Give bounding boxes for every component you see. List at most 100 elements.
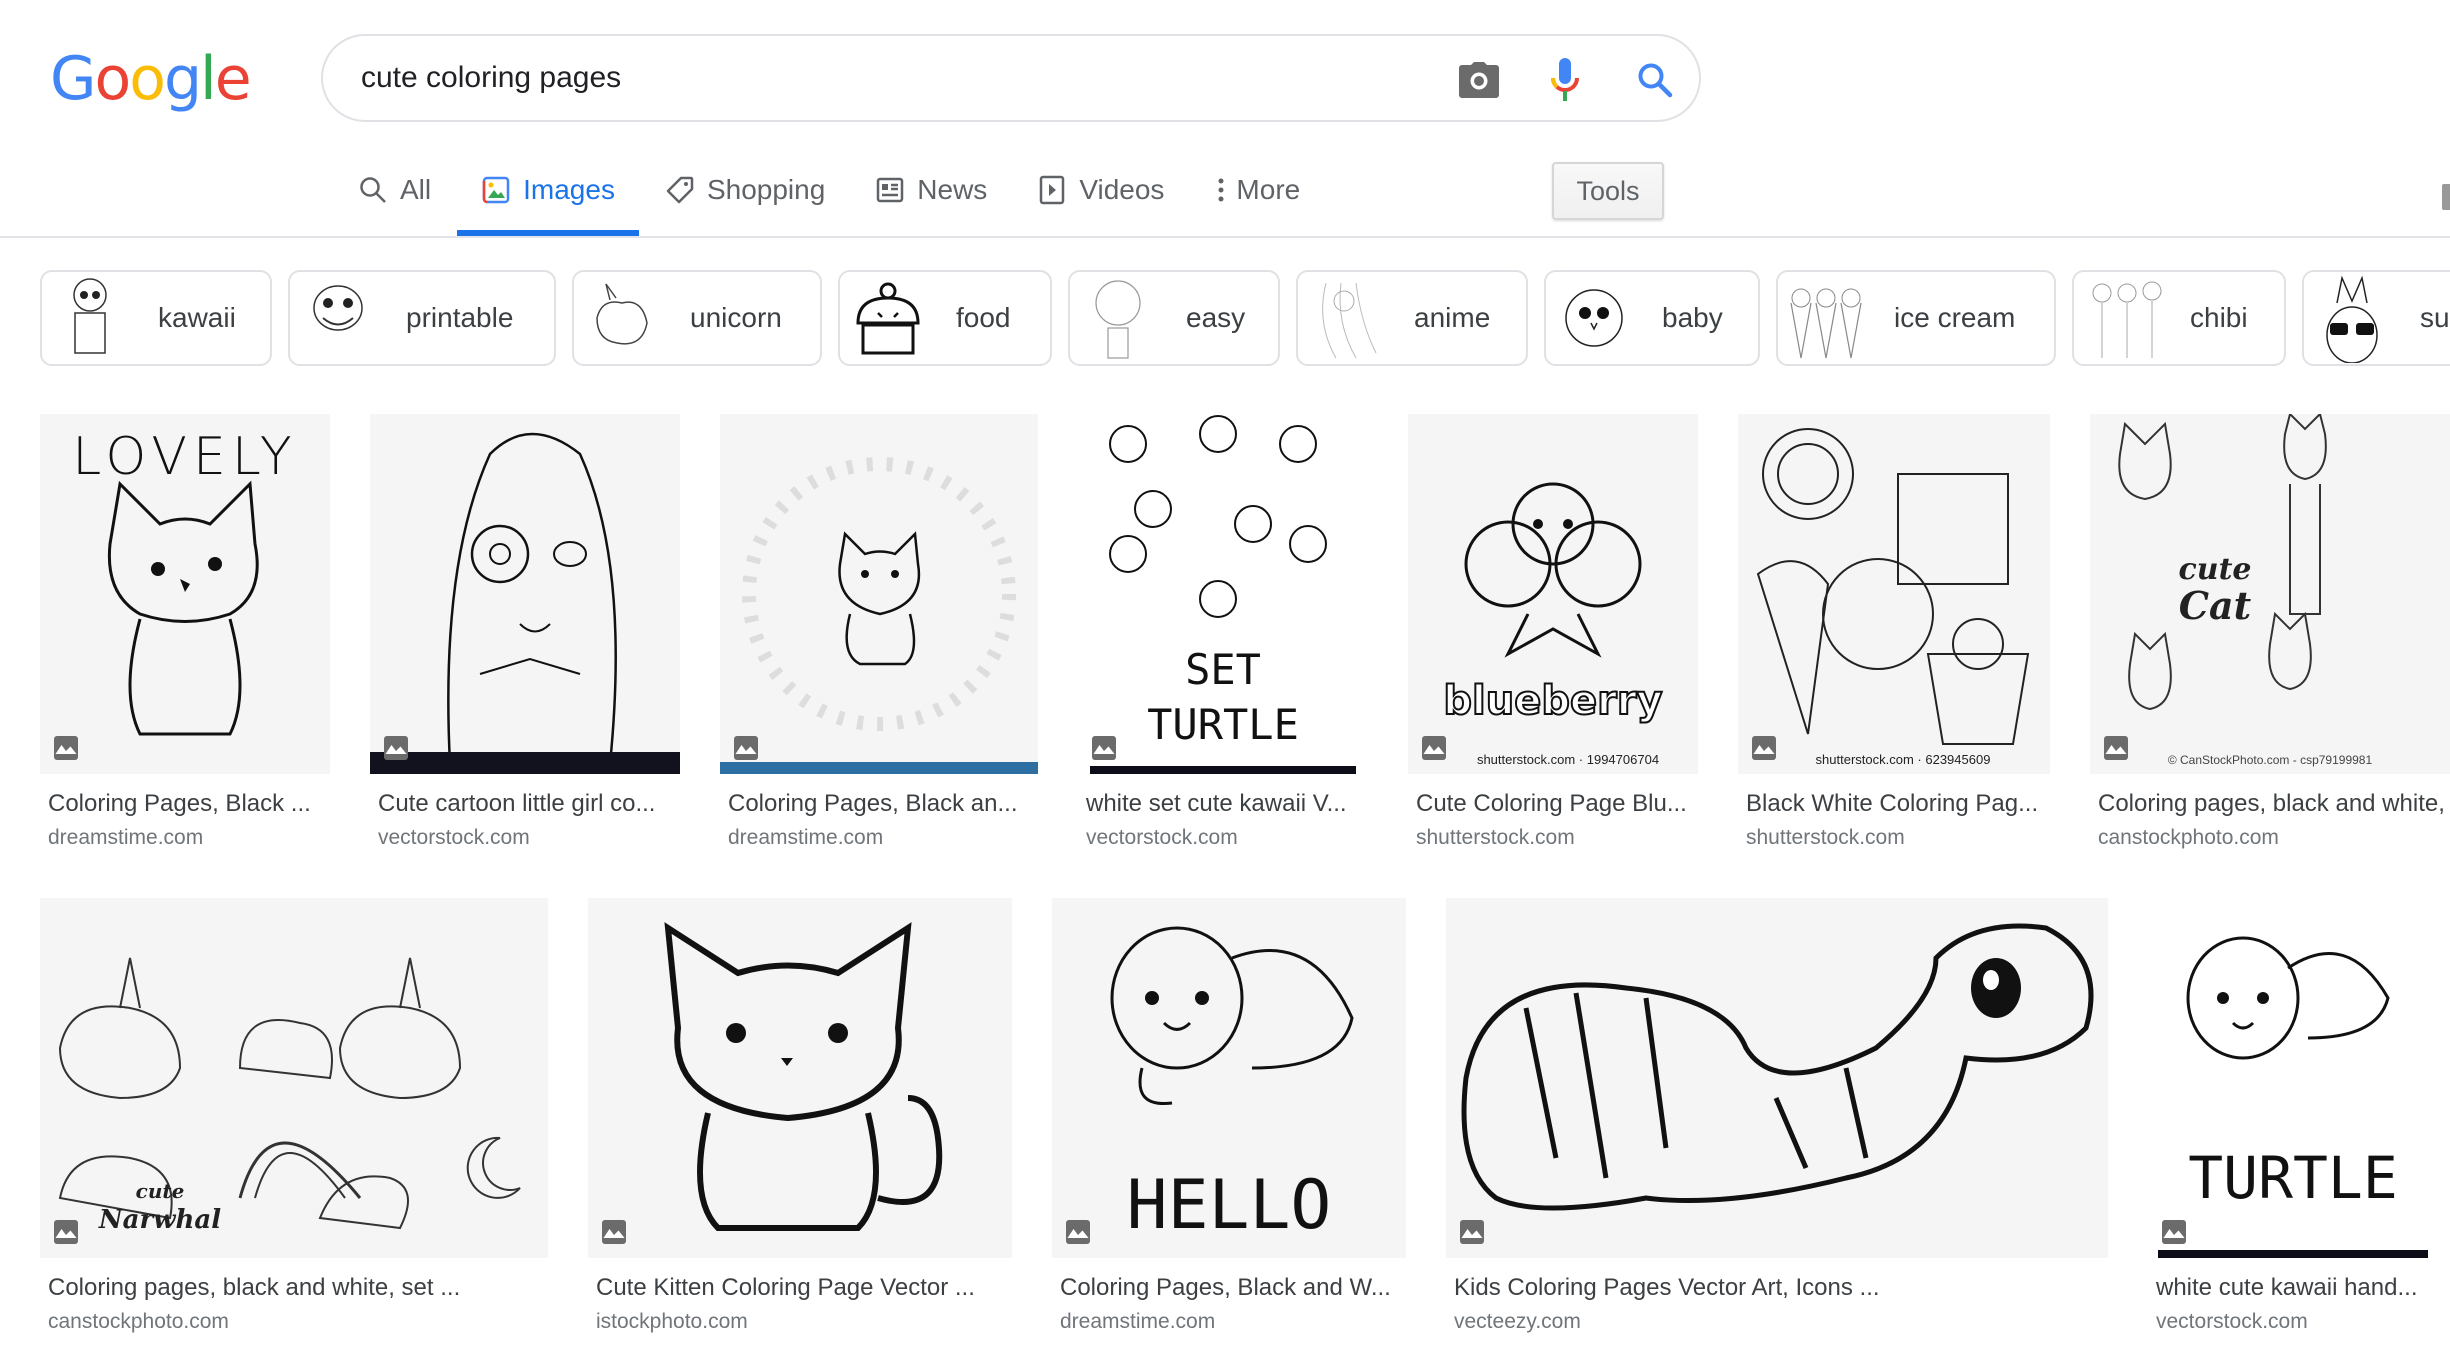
result-thumbnail[interactable]: SET TURTLE <box>1078 414 1368 774</box>
chip-kawaii[interactable]: kawaii <box>40 270 272 366</box>
google-logo[interactable]: Google <box>50 44 252 114</box>
result-title[interactable]: white set cute kawaii V... <box>1086 790 1376 818</box>
logo-letter: o <box>94 44 132 114</box>
chip-chibi[interactable]: chibi <box>2072 270 2286 366</box>
result-title[interactable]: Cute cartoon little girl co... <box>378 790 678 818</box>
result-thumbnail[interactable]: TURTLE <box>2148 898 2438 1258</box>
art-text: Cat <box>2179 583 2252 628</box>
search-box <box>321 34 1701 122</box>
result-thumbnail[interactable] <box>1446 898 2108 1258</box>
microphone-icon[interactable] <box>1543 58 1587 102</box>
art-text: SET <box>1185 645 1261 694</box>
chip-su[interactable]: su <box>2302 270 2450 366</box>
result-thumbnail[interactable]: cute Cat © CanStockPhoto.com - csp79199981 <box>2090 414 2450 774</box>
result-thumbnail[interactable] <box>720 414 1038 774</box>
result-domain[interactable]: istockphoto.com <box>596 1310 748 1334</box>
art-text: cute <box>136 1179 185 1203</box>
result-domain[interactable]: dreamstime.com <box>1060 1310 1215 1334</box>
chip-thumbnail <box>1546 272 1642 364</box>
result-domain[interactable]: vecteezy.com <box>1454 1310 1581 1334</box>
tab-shopping[interactable]: Shopping <box>665 160 825 220</box>
chip-ice-cream[interactable]: ice cream <box>1776 270 2056 366</box>
logo-letter: l <box>200 44 217 114</box>
chip-printable[interactable]: printable <box>288 270 556 366</box>
watermark: shutterstock.com · 623945609 <box>1816 752 1991 767</box>
chip-anime[interactable]: anime <box>1296 270 1528 366</box>
chip-thumbnail <box>1070 272 1166 364</box>
tab-all[interactable]: All <box>358 160 431 220</box>
chip-unicorn[interactable]: unicorn <box>572 270 822 366</box>
image-badge-icon <box>1422 736 1446 760</box>
result-thumbnail[interactable]: blueberry shutterstock.com · 1994706704 <box>1408 414 1698 774</box>
result-title[interactable]: Cute Coloring Page Blu... <box>1416 790 1706 818</box>
logo-letter: o <box>129 44 166 114</box>
logo-letter: G <box>50 44 96 114</box>
result-domain[interactable]: vectorstock.com <box>378 826 530 850</box>
result-domain[interactable]: dreamstime.com <box>728 826 883 850</box>
search-input[interactable] <box>361 54 1361 102</box>
result-domain[interactable]: vectorstock.com <box>1086 826 1238 850</box>
chip-label: anime <box>1414 302 1491 333</box>
result-domain[interactable]: canstockphoto.com <box>2098 826 2279 850</box>
tab-more[interactable]: More <box>1214 160 1300 220</box>
art-text: TURTLE <box>2188 1144 2398 1212</box>
search-icon[interactable] <box>1633 58 1677 102</box>
chip-thumbnail <box>2074 272 2170 364</box>
chip-thumbnail <box>840 272 936 364</box>
image-badge-icon <box>384 736 408 760</box>
result-title[interactable]: Coloring Pages, Black ... <box>48 790 338 818</box>
chip-label: unicorn <box>690 302 782 333</box>
result-domain[interactable]: shutterstock.com <box>1746 826 1905 850</box>
chip-thumbnail <box>290 272 386 364</box>
chip-label: su <box>2420 302 2450 333</box>
camera-icon[interactable] <box>1457 58 1501 102</box>
result-title[interactable]: Cute Kitten Coloring Page Vector ... <box>596 1274 1020 1302</box>
tab-news[interactable]: News <box>875 160 987 220</box>
result-title[interactable]: Coloring Pages, Black an... <box>728 790 1038 818</box>
watermark: © CanStockPhoto.com - csp79199981 <box>2168 753 2373 767</box>
art-text: Narwhal <box>98 1205 221 1235</box>
result-title[interactable]: Kids Coloring Pages Vector Art, Icons ..… <box>1454 1274 2116 1302</box>
logo-letter: g <box>163 44 202 114</box>
result-thumbnail[interactable] <box>588 898 1012 1258</box>
result-title[interactable]: Coloring pages, black and white, set ... <box>48 1274 556 1302</box>
tab-label: News <box>917 174 988 205</box>
chip-thumbnail <box>2304 272 2400 364</box>
result-domain[interactable]: vectorstock.com <box>2156 1310 2308 1334</box>
tab-label: All <box>400 174 432 205</box>
chip-baby[interactable]: baby <box>1544 270 1760 366</box>
result-title[interactable]: Black White Coloring Pag... <box>1746 790 2056 818</box>
result-title[interactable]: Coloring Pages, Black and W... <box>1060 1274 1414 1302</box>
chip-thumbnail <box>1778 272 1874 364</box>
logo-letter: e <box>214 44 252 114</box>
related-search-chips: kawaii printable unicorn food easy anime… <box>40 270 2450 366</box>
tools-button[interactable]: Tools <box>1552 162 1664 220</box>
chip-food[interactable]: food <box>838 270 1052 366</box>
chip-label: printable <box>406 302 514 333</box>
tab-label: Shopping <box>706 174 826 205</box>
result-thumbnail[interactable]: cute Narwhal <box>40 898 548 1258</box>
result-thumbnail[interactable]: shutterstock.com · 623945609 <box>1738 414 2050 774</box>
chip-thumbnail <box>1298 272 1394 364</box>
result-domain[interactable]: canstockphoto.com <box>48 1310 229 1334</box>
result-domain[interactable]: dreamstime.com <box>48 826 203 850</box>
chip-easy[interactable]: easy <box>1068 270 1280 366</box>
result-thumbnail[interactable] <box>370 414 680 774</box>
chip-thumbnail <box>574 272 670 364</box>
tab-videos[interactable]: Videos <box>1037 160 1164 220</box>
result-title[interactable]: Coloring pages, black and white, <box>2098 790 2450 818</box>
watermark: shutterstock.com · 1994706704 <box>1477 752 1659 767</box>
play-icon <box>1037 175 1067 205</box>
settings-edge[interactable] <box>2442 184 2450 210</box>
result-thumbnail[interactable]: HELLO <box>1052 898 1406 1258</box>
result-title[interactable]: white cute kawaii hand... <box>2156 1274 2446 1302</box>
result-domain[interactable]: shutterstock.com <box>1416 826 1575 850</box>
image-badge-icon <box>2104 736 2128 760</box>
art-text: cute <box>2178 552 2251 587</box>
result-thumbnail[interactable]: LOVELY <box>40 414 330 774</box>
art-text: blueberry <box>1443 678 1662 724</box>
newspaper-icon <box>875 175 905 205</box>
search-icon <box>358 175 388 205</box>
art-text: TURTLE <box>1147 700 1299 749</box>
tab-images[interactable]: Images <box>457 160 639 236</box>
